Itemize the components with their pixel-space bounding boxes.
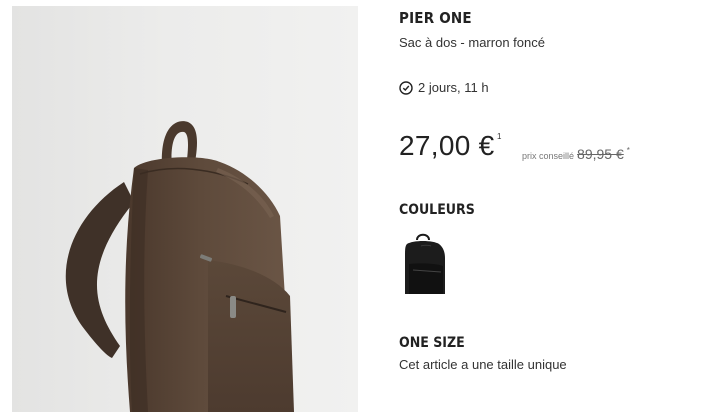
- product-title: Sac à dos - marron foncé: [399, 35, 545, 50]
- brand-name[interactable]: PIER ONE: [399, 9, 472, 27]
- price-footnote: 1: [497, 132, 502, 141]
- rrp-label: prix conseillé: [522, 151, 575, 161]
- current-price: 27,00 €: [399, 130, 495, 161]
- backpack-illustration: [65, 121, 294, 412]
- size-heading: ONE SIZE: [399, 335, 465, 351]
- delivery-estimate: 2 jours, 11 h: [399, 80, 489, 95]
- rrp-value: 89,95 €: [577, 146, 624, 162]
- rrp-footnote: *: [626, 146, 630, 155]
- colors-heading: COULEURS: [399, 202, 475, 218]
- recommended-price: prix conseillé 89,95 € *: [522, 146, 630, 162]
- delivery-text: 2 jours, 11 h: [418, 80, 489, 95]
- black-backpack-thumbnail: [399, 230, 449, 298]
- size-description: Cet article a une taille unique: [399, 357, 567, 372]
- price-row: 27,00 € 1 prix conseillé 89,95 € *: [399, 128, 699, 168]
- product-image[interactable]: [12, 6, 358, 412]
- clock-icon: [399, 80, 413, 95]
- black-backpack-swatch[interactable]: [399, 230, 449, 298]
